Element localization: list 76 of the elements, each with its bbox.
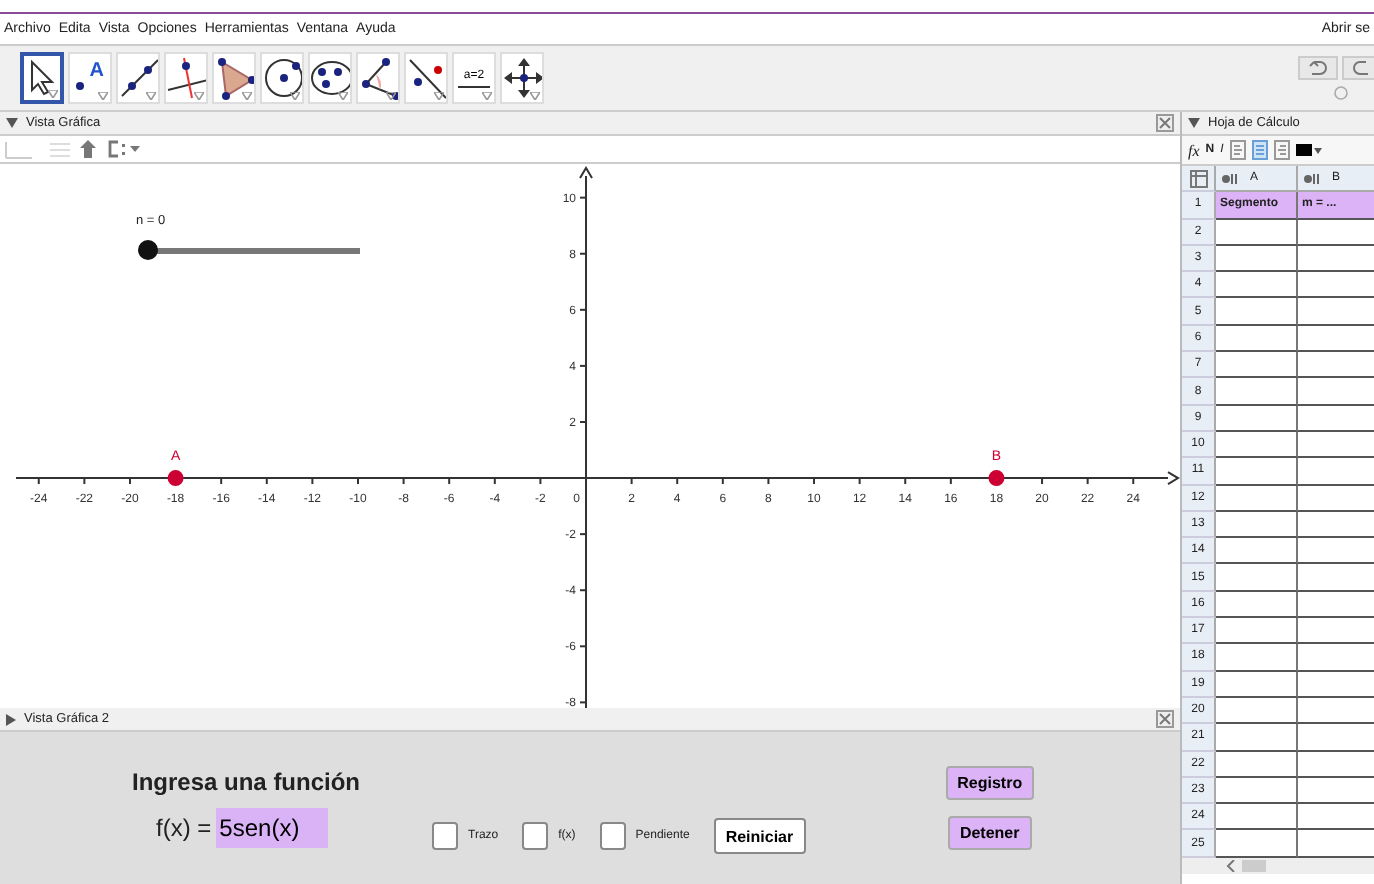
table-cell[interactable] — [1216, 777, 1298, 805]
point[interactable] — [988, 470, 1005, 487]
angle-icon — [358, 56, 398, 100]
table-cell[interactable] — [1216, 564, 1298, 592]
column-menu-icon[interactable] — [1304, 173, 1320, 184]
table-cell[interactable] — [1216, 245, 1298, 273]
action-button[interactable]: Detener — [947, 816, 1032, 850]
function-label: f(x) = — [156, 814, 212, 842]
table-cell[interactable] — [1216, 352, 1298, 379]
table-cell[interactable] — [1216, 511, 1298, 539]
slider-thumb[interactable] — [138, 240, 158, 260]
dropdown-triangle-icon — [194, 92, 204, 100]
table-cell[interactable] — [1216, 538, 1298, 565]
scroll-left-icon[interactable] — [1226, 859, 1236, 872]
tool-button[interactable] — [20, 52, 64, 104]
line-icon — [118, 56, 158, 100]
triangle-icon — [214, 56, 254, 100]
table-cell[interactable] — [1216, 431, 1298, 459]
expand-triangle-icon[interactable] — [6, 713, 16, 725]
table-cell[interactable] — [1216, 298, 1298, 326]
column-menu-icon[interactable] — [1222, 173, 1238, 184]
action-button[interactable]: Registro — [945, 766, 1035, 800]
table-cell[interactable] — [1216, 325, 1298, 353]
label-style-icon[interactable] — [106, 140, 142, 158]
table-cell[interactable] — [1216, 751, 1298, 778]
dropdown-triangle-icon — [338, 92, 348, 100]
arrow-cursor-icon — [28, 60, 56, 96]
house-icon[interactable] — [80, 140, 96, 158]
align-center-icon[interactable] — [1251, 140, 1268, 160]
table-cell[interactable] — [1216, 378, 1298, 406]
redo-button[interactable] — [1342, 56, 1374, 80]
undo-button[interactable] — [1298, 56, 1338, 80]
checkbox[interactable] — [599, 822, 626, 850]
align-right-icon[interactable] — [1273, 140, 1290, 160]
dropdown-triangle-icon — [242, 92, 252, 100]
dropdown-triangle-icon — [146, 92, 156, 100]
table-cell[interactable] — [1216, 405, 1298, 432]
table-cell[interactable] — [1216, 591, 1298, 619]
table-cell[interactable] — [1216, 724, 1298, 752]
close-icon[interactable] — [1156, 710, 1174, 728]
collapse-triangle-icon[interactable] — [1188, 118, 1200, 128]
reflection-icon — [406, 56, 446, 100]
dropdown-triangle-icon — [98, 92, 108, 100]
color-swatch-icon[interactable] — [1295, 142, 1324, 158]
point[interactable] — [167, 470, 184, 487]
reset-button[interactable]: Reiniciar — [713, 818, 806, 854]
move-arrows-icon — [502, 56, 542, 100]
formula-button[interactable]: fx — [1188, 141, 1200, 159]
tool-button[interactable]: A — [68, 52, 112, 104]
checkbox[interactable] — [432, 822, 458, 850]
table-cell[interactable] — [1216, 219, 1298, 246]
table-cell[interactable] — [1216, 618, 1298, 645]
align-left-icon[interactable] — [1229, 140, 1246, 160]
table-cell[interactable] — [1216, 644, 1298, 672]
dropdown-triangle-icon — [290, 92, 300, 100]
table-icon[interactable] — [1189, 169, 1207, 188]
dropdown-triangle-icon — [530, 92, 540, 100]
table-cell[interactable] — [1216, 485, 1298, 512]
table-cell[interactable] — [1216, 697, 1298, 725]
dropdown-triangle-icon — [386, 92, 396, 100]
checkbox[interactable] — [522, 822, 549, 850]
dropdown-triangle-icon — [434, 92, 444, 100]
dropdown-triangle-icon — [48, 90, 58, 98]
table-cell[interactable] — [1216, 272, 1298, 299]
table-cell[interactable] — [1216, 804, 1298, 831]
close-icon[interactable] — [1156, 114, 1174, 132]
scrollbar-thumb[interactable] — [1242, 859, 1266, 872]
collapse-triangle-icon[interactable] — [6, 118, 18, 128]
redo-icon — [1352, 60, 1372, 76]
perpendicular-line-icon — [166, 56, 206, 100]
dropdown-triangle-icon — [482, 92, 492, 100]
table-cell[interactable] — [1216, 458, 1298, 486]
undo-icon — [1308, 60, 1328, 76]
panel-heading: Ingresa una función — [132, 768, 363, 796]
function-input[interactable]: 5sen(x) — [215, 808, 328, 848]
table-cell[interactable] — [1216, 671, 1298, 698]
